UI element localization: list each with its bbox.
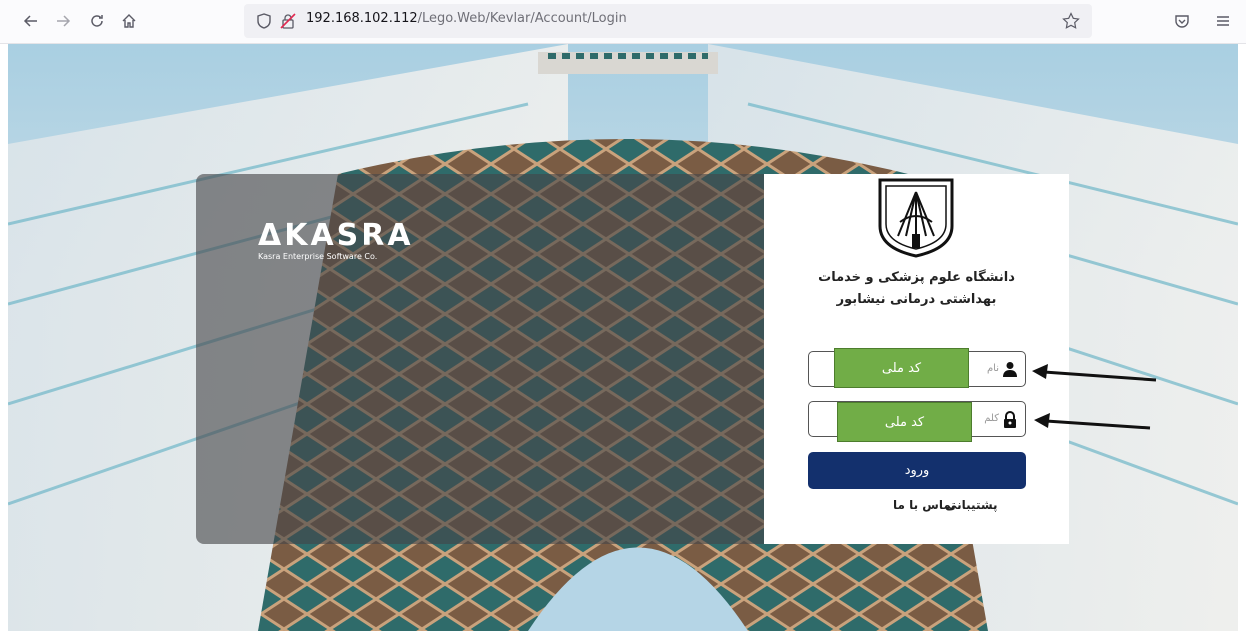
username-placeholder: نام [986,363,999,374]
user-icon [1003,361,1017,381]
password-placeholder: کلم [984,413,999,424]
forward-icon[interactable] [52,10,74,32]
university-name-line2: بهداشتی درمانی نیشابور [836,292,997,307]
back-icon[interactable] [20,10,42,32]
browser-toolbar: 192.168.102.112/Lego.Web/Kevlar/Account/… [0,0,1246,44]
username-overlay-label: کد ملی [834,348,969,388]
university-logo-icon [876,176,956,262]
lock-icon [1003,411,1017,432]
password-overlay-label: کد ملی [837,402,972,442]
url-path: /Lego.Web/Kevlar/Account/Login [417,11,627,26]
brand-subtitle: Kasra Enterprise Software Co. [258,252,378,261]
menu-icon[interactable] [1212,10,1234,32]
login-button[interactable]: ورود [808,452,1026,489]
url-text[interactable]: 192.168.102.112/Lego.Web/Kevlar/Account/… [306,11,627,26]
url-host: 192.168.102.112 [306,11,418,26]
brand-name: ΔKASRA [258,218,414,253]
annotation-arrows [1032,364,1157,430]
shield-icon[interactable] [256,13,272,33]
home-icon[interactable] [118,10,140,32]
bookmark-star-icon[interactable] [1060,10,1082,32]
kasra-logo: ΔKASRA Kasra Enterprise Software Co. [258,218,414,262]
university-name: دانشگاه علوم پزشکی و خدمات بهداشتی درمان… [784,267,1049,311]
insecure-lock-icon[interactable] [280,13,296,33]
reload-icon[interactable] [86,10,108,32]
pocket-icon[interactable] [1171,10,1193,32]
support-link[interactable]: پشتیبانی [945,498,998,512]
university-name-line1: دانشگاه علوم پزشکی و خدمات [818,270,1015,285]
